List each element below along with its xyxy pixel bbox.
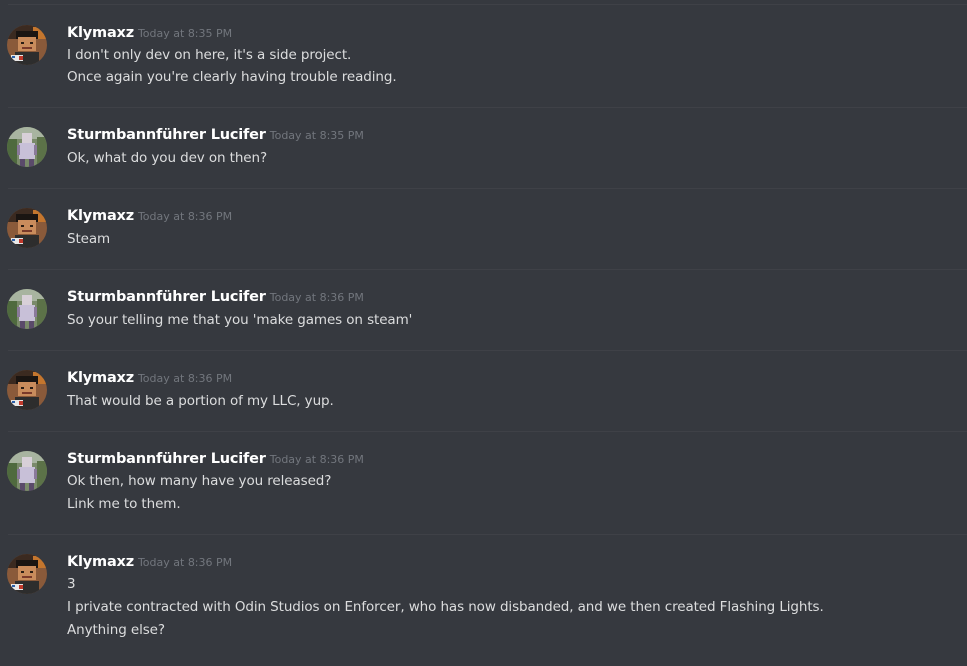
message-author[interactable]: Klymaxz Today at 8:36 PM xyxy=(67,554,232,570)
message-author[interactable]: Klymaxz Today at 8:36 PM xyxy=(67,370,232,386)
message-divider xyxy=(8,107,967,108)
message-divider xyxy=(8,431,967,432)
message-line: Ok, what do you dev on then? xyxy=(67,150,268,166)
message-timestamp: Today at 8:35 PM xyxy=(269,129,364,142)
message-timestamp: Today at 8:36 PM xyxy=(137,556,233,569)
message-line: Steam xyxy=(67,231,111,247)
message-line: Anything else? xyxy=(67,622,165,638)
message-line: So your telling me that you 'make games … xyxy=(67,312,413,328)
klymaxz-avatar-icon[interactable] xyxy=(7,370,47,410)
message-author[interactable]: Sturmbannführer Lucifer Today at 8:36 PM xyxy=(67,289,364,305)
chat-messages: Klymaxz Today at 8:35 PM I don't only dev… xyxy=(0,0,967,666)
message-timestamp: Today at 8:36 PM xyxy=(137,372,233,385)
message-divider xyxy=(8,4,967,5)
message-line: Ok then, how many have you released? xyxy=(67,473,332,489)
message-line: Link me to them. xyxy=(67,496,181,512)
message-timestamp: Today at 8:36 PM xyxy=(137,210,233,223)
message-line: I private contracted with Odin Studios o… xyxy=(67,599,824,615)
message-timestamp: Today at 8:35 PM xyxy=(137,27,233,40)
message-timestamp: Today at 8:36 PM xyxy=(269,291,364,304)
message-author[interactable]: Klymaxz Today at 8:36 PM xyxy=(67,208,232,224)
message-author[interactable]: Klymaxz Today at 8:35 PM xyxy=(67,25,232,41)
message-line: I don't only dev on here, it's a side pr… xyxy=(67,47,352,63)
message-author[interactable]: Sturmbannführer Lucifer Today at 8:36 PM xyxy=(67,451,364,467)
message-timestamp: Today at 8:36 PM xyxy=(269,453,364,466)
message-divider xyxy=(8,269,967,270)
lucifer-avatar-icon[interactable] xyxy=(7,127,47,167)
message-line: Once again you're clearly having trouble… xyxy=(67,69,397,85)
klymaxz-avatar-icon[interactable] xyxy=(7,208,47,248)
message-line: That would be a portion of my LLC, yup. xyxy=(67,393,334,409)
message-divider xyxy=(8,350,967,351)
message-author[interactable]: Sturmbannführer Lucifer Today at 8:35 PM xyxy=(67,127,364,143)
klymaxz-avatar-icon[interactable] xyxy=(7,25,47,65)
message-divider xyxy=(8,534,967,535)
lucifer-avatar-icon[interactable] xyxy=(7,451,47,491)
lucifer-avatar-icon[interactable] xyxy=(7,289,47,329)
klymaxz-avatar-icon[interactable] xyxy=(7,554,47,594)
message-divider xyxy=(8,188,967,189)
message-line: 3 xyxy=(67,576,76,592)
